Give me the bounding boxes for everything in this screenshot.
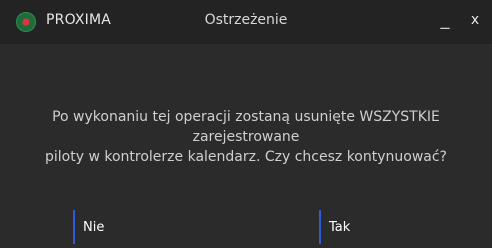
dialog-title: Ostrzeżenie bbox=[204, 12, 288, 28]
warning-message-line-2: piloty w kontrolerze kalendarz. Czy chce… bbox=[45, 149, 447, 165]
no-button-label: Nie bbox=[83, 219, 105, 235]
minimize-button[interactable]: _ bbox=[434, 6, 456, 34]
no-button-accent bbox=[73, 210, 75, 244]
close-button[interactable]: x bbox=[464, 6, 486, 34]
warning-message: Po wykonaniu tej operacji zostaną usunię… bbox=[16, 107, 476, 167]
title-bar: PROXIMA Ostrzeżenie _ x bbox=[0, 0, 492, 44]
yes-button-accent bbox=[319, 210, 321, 244]
warning-dialog: PROXIMA Ostrzeżenie _ x Po wykonaniu tej… bbox=[0, 0, 492, 248]
no-button[interactable]: Nie bbox=[73, 210, 233, 244]
warning-message-line-1: Po wykonaniu tej operacji zostaną usunię… bbox=[52, 109, 440, 145]
yes-button-label: Tak bbox=[329, 219, 351, 235]
yes-button[interactable]: Tak bbox=[319, 210, 479, 244]
